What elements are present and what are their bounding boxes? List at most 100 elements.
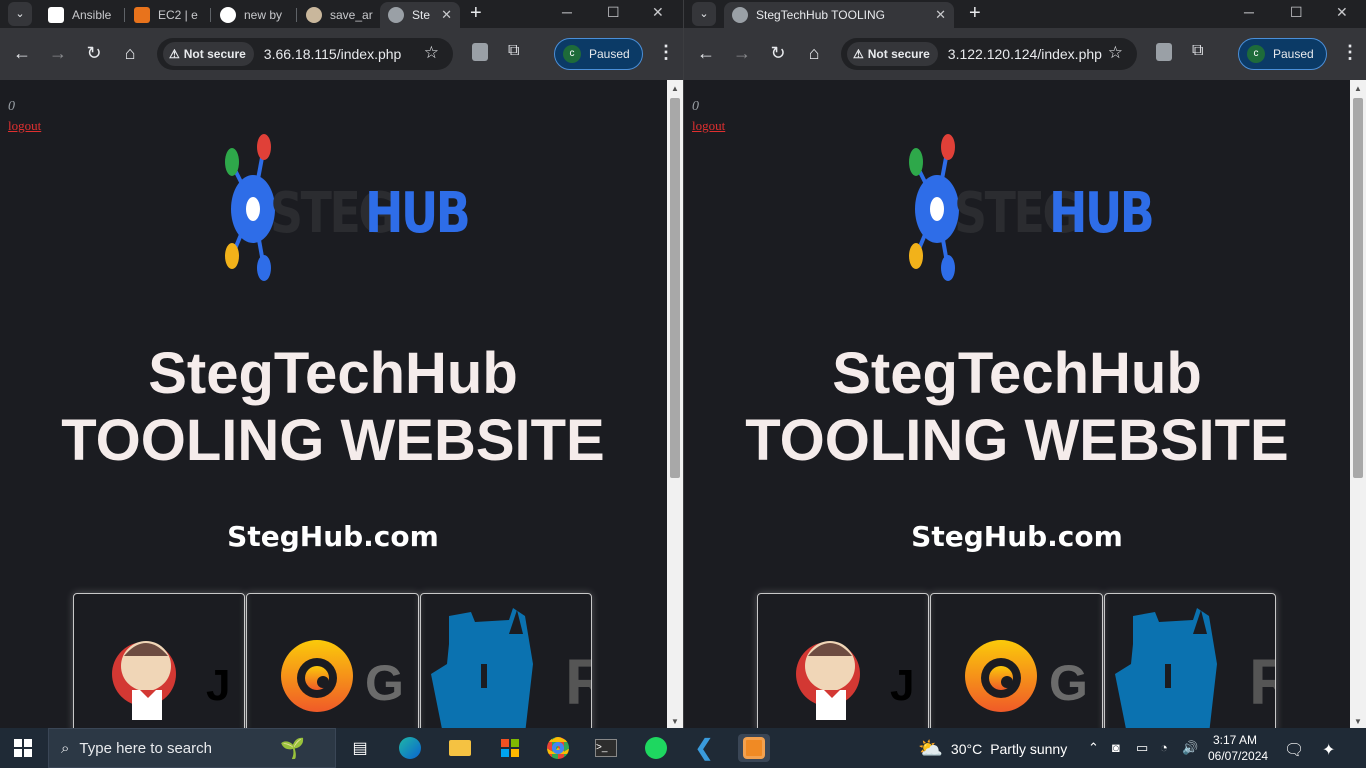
tab-ec2[interactable]: EC2 | e [126,2,208,28]
tab-github[interactable]: new by [212,2,294,28]
security-chip[interactable]: ⚠ Not secure [163,42,254,66]
extensions-puzzle-icon[interactable]: ⧉ [508,42,519,60]
page-subtitle: StegHub.com [227,520,439,553]
new-tab-button[interactable]: + [470,2,482,24]
windows-start-icon[interactable] [14,739,32,757]
forward-button[interactable]: → [46,42,70,64]
grafana-icon: G [281,640,404,712]
jira-icon [48,7,64,23]
spotify-icon[interactable] [642,734,670,762]
microsoft-store-icon[interactable] [496,734,524,762]
scroll-thumb[interactable] [670,98,680,478]
page-title-line1: StegTechHub [148,341,518,406]
taskbar-search-box[interactable]: ⌕ Type here to search 🌱 [48,728,336,768]
profile-button[interactable]: c Paused [554,38,643,70]
tab-save[interactable]: save_ar [298,2,378,28]
page-title-line1: StegTechHub [832,341,1202,406]
extensions-puzzle-icon[interactable]: ⧉ [1192,42,1203,60]
tab-steg-active[interactable]: StegTechHub TOOLING ✕ [724,2,954,28]
logo-hub-text: HUB [365,181,471,246]
tab-search-button[interactable]: ⌄ [692,2,716,26]
weather-desc: Partly sunny [990,740,1068,757]
security-chip[interactable]: ⚠ Not secure [847,42,938,66]
scroll-down-icon[interactable]: ▼ [1350,717,1366,726]
reload-button[interactable]: ↻ [82,42,106,64]
edge-icon[interactable] [396,734,424,762]
logout-link[interactable]: logout [692,118,725,134]
address-bar[interactable]: ⚠ Not secure 3.122.120.124/index.php ☆ [841,38,1137,70]
scroll-thumb[interactable] [1353,98,1363,478]
browser-toolbar: ← → ↻ ⌂ ⚠ Not secure 3.66.18.115/index.ph… [0,28,683,80]
chrome-icon[interactable] [544,734,572,762]
new-tab-button[interactable]: + [969,2,981,24]
maximize-button[interactable]: ☐ [1290,2,1303,22]
show-hidden-icons-chevron-icon[interactable]: ⌃ [1088,740,1099,756]
security-label: Not secure [183,47,246,61]
warning-icon: ⚠ [169,47,180,61]
home-button[interactable]: ⌂ [118,42,142,64]
wifi-icon[interactable]: ◔ [1160,740,1168,755]
app-active-icon[interactable] [738,734,770,762]
vertical-scrollbar[interactable]: ▲ ▼ [667,80,683,728]
tab-steg-active[interactable]: Ste ✕ [380,2,460,28]
bookmark-star-icon[interactable]: ☆ [424,43,439,63]
vscode-icon[interactable]: ❮ [690,734,718,762]
counter-text: 0 [8,99,15,114]
phpmyadmin-card[interactable]: R [1103,593,1276,728]
weather-temp: 30°C [950,740,983,757]
svg-text:G: G [1049,655,1088,711]
extension-icon[interactable] [472,43,488,61]
close-window-button[interactable]: ✕ [1336,2,1348,22]
page-content: 0 logout STEG HUB StegTechHub TOOLING WE… [0,80,683,728]
system-clock[interactable]: 3:17 AM 06/07/2024 [1208,732,1268,764]
phpmyadmin-elephant-icon: R [1114,608,1275,728]
back-button[interactable]: ← [10,42,34,64]
task-view-icon[interactable]: ▤ [346,734,374,762]
tab-ansible[interactable]: Ansible [40,2,122,28]
avatar-icon [306,7,322,23]
address-bar[interactable]: ⚠ Not secure 3.66.18.115/index.php ☆ [157,38,453,70]
terminal-icon[interactable]: >_ [592,734,620,762]
camera-icon[interactable]: ◙ [1112,740,1120,755]
grafana-card[interactable]: G [246,593,419,728]
battery-icon[interactable]: ▭ [1136,740,1148,756]
browser-window-left: ⌄ Ansible EC2 | e new by save_ar Ste ✕ +… [0,0,683,728]
notifications-icon[interactable]: 🗨 [1284,740,1304,760]
taskbar: ⌕ Type here to search 🌱 ▤ >_ ❮ ⛅ 30°C Pa… [0,728,1366,768]
partly-sunny-icon: ⛅ [918,738,943,760]
scroll-up-icon[interactable]: ▲ [1350,84,1366,93]
home-button[interactable]: ⌂ [802,42,826,64]
jenkins-card[interactable]: J [757,593,930,728]
clock-time: 3:17 AM [1212,733,1258,747]
tab-label: save_ar [330,8,373,22]
svg-text:G: G [365,655,404,711]
maximize-button[interactable]: ☐ [607,2,620,22]
menu-kebab-icon[interactable]: ⋮ [657,42,675,63]
grafana-card[interactable]: G [930,593,1103,728]
forward-button[interactable]: → [730,42,754,64]
scroll-down-icon[interactable]: ▼ [667,717,683,726]
minimize-button[interactable]: ─ [562,2,572,22]
file-explorer-icon[interactable] [446,734,474,762]
back-button[interactable]: ← [694,42,718,64]
close-tab-icon[interactable]: ✕ [441,4,460,26]
close-window-button[interactable]: ✕ [652,2,664,22]
minimize-button[interactable]: ─ [1244,2,1254,22]
profile-button[interactable]: c Paused [1238,38,1327,70]
svg-text:J: J [206,661,230,710]
jenkins-card[interactable]: J [73,593,246,728]
logout-link[interactable]: logout [8,118,41,134]
phpmyadmin-card[interactable]: R [419,593,592,728]
bookmark-star-icon[interactable]: ☆ [1108,43,1123,63]
browser-toolbar: ← → ↻ ⌂ ⚠ Not secure 3.122.120.124/index.… [684,28,1366,80]
volume-icon[interactable]: 🔊 [1182,740,1198,756]
extension-icon[interactable] [1156,43,1172,61]
copilot-icon[interactable]: ✦ [1322,740,1335,760]
close-tab-icon[interactable]: ✕ [935,4,954,26]
scroll-up-icon[interactable]: ▲ [667,84,683,93]
tab-search-button[interactable]: ⌄ [8,2,32,26]
vertical-scrollbar[interactable]: ▲ ▼ [1350,80,1366,728]
menu-kebab-icon[interactable]: ⋮ [1341,42,1359,63]
reload-button[interactable]: ↻ [766,42,790,64]
weather-widget[interactable]: ⛅ 30°C Partly sunny [918,736,1067,761]
